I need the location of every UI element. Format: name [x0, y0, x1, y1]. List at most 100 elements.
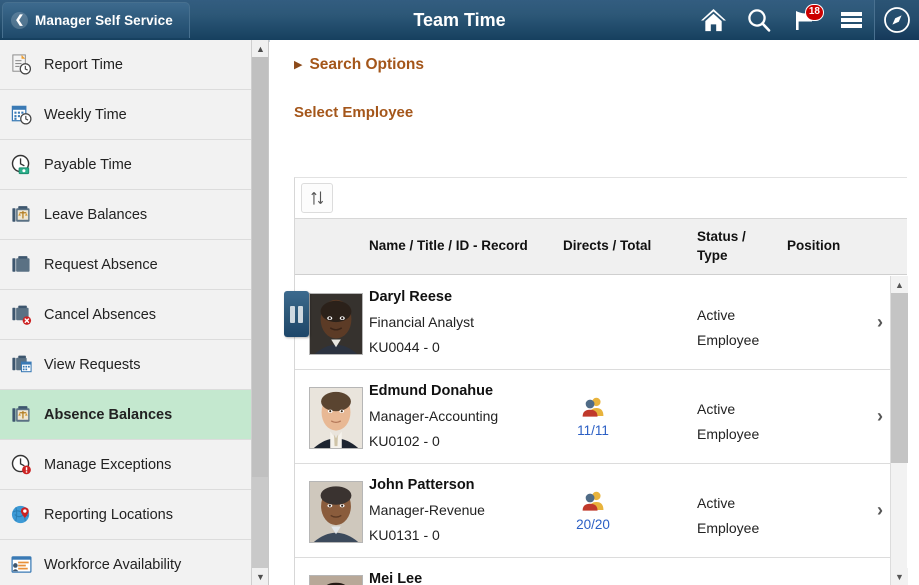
- employee-name: Mei Lee: [369, 566, 559, 585]
- grid-header-row: Name / Title / ID - Record Directs / Tot…: [295, 219, 907, 275]
- sidebar-item-label: Request Absence: [44, 257, 158, 273]
- employee-type: Employee: [697, 328, 787, 353]
- column-header-name[interactable]: Name / Title / ID - Record: [369, 237, 529, 255]
- sidebar-item-manage-exceptions[interactable]: Manage Exceptions: [0, 440, 268, 490]
- sidebar-item-cancel-absences[interactable]: Cancel Absences: [0, 290, 268, 340]
- column-header-status[interactable]: Status / Type: [697, 228, 767, 264]
- sidebar-item-workforce-availability[interactable]: Workforce Availability: [0, 540, 268, 585]
- sidebar-item-label: Report Time: [44, 57, 123, 73]
- select-employee-heading: Select Employee: [294, 104, 919, 121]
- grid-scroll-down-icon[interactable]: ▼: [891, 568, 908, 585]
- sidebar-item-absence-balances[interactable]: Absence Balances: [0, 390, 268, 440]
- app-header: ❮ Manager Self Service Team Time: [0, 0, 919, 40]
- grid-scroll-up-icon[interactable]: ▲: [891, 276, 908, 293]
- sidebar-item-label: Reporting Locations: [44, 507, 173, 523]
- sidebar-item-weekly-time[interactable]: Weekly Time: [0, 90, 268, 140]
- sidebar-item-label: Workforce Availability: [44, 557, 181, 573]
- employee-title: Financial Analyst: [369, 310, 559, 335]
- avatar: [309, 387, 363, 449]
- grid-scroll-thumb[interactable]: [891, 293, 908, 463]
- sidebar-item-label: View Requests: [44, 357, 140, 373]
- sidebar-item-payable-time[interactable]: Payable Time: [0, 140, 268, 190]
- hamburger-line-2: [841, 18, 862, 22]
- table-row[interactable]: Daryl Reese Financial Analyst KU0044 - 0…: [295, 276, 907, 370]
- chevron-right-icon[interactable]: ›: [877, 312, 883, 333]
- directs-total-cell[interactable]: 20/20: [563, 490, 683, 532]
- view-requests-briefcase-icon: [9, 353, 33, 377]
- navbar-compass-icon[interactable]: [874, 0, 919, 40]
- grid-body: Daryl Reese Financial Analyst KU0044 - 0…: [295, 276, 907, 585]
- sidebar-scroll-up-icon[interactable]: ▲: [252, 40, 269, 57]
- hamburger-line-3: [841, 24, 862, 28]
- avatar: [309, 293, 363, 355]
- sidebar-scrollbar[interactable]: ▲ ▼: [251, 40, 268, 585]
- directs-total-count[interactable]: 20/20: [563, 517, 623, 532]
- avatar: [309, 481, 363, 543]
- sidebar-item-label: Leave Balances: [44, 207, 147, 223]
- chevron-right-icon[interactable]: ›: [877, 500, 883, 521]
- leave-balances-briefcase-icon: [9, 203, 33, 227]
- handle-bar-left: [290, 306, 295, 323]
- grid-toolbar: [295, 178, 907, 219]
- sidebar-scroll-down-icon[interactable]: ▼: [252, 568, 269, 585]
- report-time-icon: [9, 53, 33, 77]
- grid-scrollbar[interactable]: ▲ ▼: [890, 276, 907, 585]
- notifications-flag-icon[interactable]: 18: [782, 0, 828, 40]
- employee-title: Manager-Accounting: [369, 404, 559, 429]
- hamburger-line-1: [841, 12, 862, 16]
- sidebar-item-report-time[interactable]: Report Time: [0, 40, 268, 90]
- table-row[interactable]: Edmund Donahue Manager-Accounting KU0102…: [295, 370, 907, 464]
- employee-id: KU0044 - 0: [369, 335, 559, 360]
- search-options-label: Search Options: [309, 56, 424, 74]
- employee-name: Daryl Reese: [369, 284, 559, 310]
- sidebar-item-view-requests[interactable]: View Requests: [0, 340, 268, 390]
- directs-total-cell[interactable]: 11/11: [563, 396, 683, 438]
- workforce-availability-icon: [9, 553, 33, 577]
- search-icon[interactable]: [736, 0, 782, 40]
- employee-name: John Patterson: [369, 472, 559, 498]
- request-absence-briefcase-icon: [9, 253, 33, 277]
- sort-arrows-icon[interactable]: [301, 183, 333, 213]
- search-options-toggle[interactable]: ▶ Search Options: [294, 56, 919, 74]
- employee-title: Manager-Revenue: [369, 498, 559, 523]
- employee-status: Active: [697, 397, 787, 422]
- sidebar-item-label: Manage Exceptions: [44, 457, 171, 473]
- collapse-sidebar-handle[interactable]: [284, 291, 309, 337]
- handle-bar-right: [298, 306, 303, 323]
- directs-people-icon: [581, 490, 606, 511]
- employee-name-cell: Edmund Donahue Manager-Accounting KU0102…: [369, 378, 559, 454]
- reporting-locations-globe-icon: [9, 503, 33, 527]
- column-header-position[interactable]: Position: [787, 237, 877, 255]
- employee-name: Edmund Donahue: [369, 378, 559, 404]
- sidebar-item-reporting-locations[interactable]: Reporting Locations: [0, 490, 268, 540]
- actions-menu-icon[interactable]: [828, 0, 874, 40]
- chevron-left-icon: ❮: [11, 12, 28, 29]
- employee-type: Employee: [697, 422, 787, 447]
- back-tab-label: Manager Self Service: [35, 13, 173, 28]
- caret-right-icon: ▶: [294, 60, 302, 71]
- sidebar-item-label: Cancel Absences: [44, 307, 156, 323]
- employee-id: KU0131 - 0: [369, 523, 559, 548]
- status-type-cell: Active Employee: [697, 303, 787, 353]
- column-header-directs[interactable]: Directs / Total: [563, 237, 683, 255]
- back-to-manager-self-service-tab[interactable]: ❮ Manager Self Service: [2, 2, 190, 38]
- sidebar-item-request-absence[interactable]: Request Absence: [0, 240, 268, 290]
- absence-balances-briefcase-icon: [9, 403, 33, 427]
- directs-total-count[interactable]: 11/11: [563, 423, 623, 438]
- payable-time-clock-icon: [9, 153, 33, 177]
- sidebar-item-label: Payable Time: [44, 157, 132, 173]
- weekly-time-calendar-icon: [9, 103, 33, 127]
- chevron-right-icon[interactable]: ›: [877, 406, 883, 427]
- employee-name-cell: Daryl Reese Financial Analyst KU0044 - 0: [369, 284, 559, 360]
- sidebar-item-leave-balances[interactable]: Leave Balances: [0, 190, 268, 240]
- home-icon[interactable]: [690, 0, 736, 40]
- table-row[interactable]: John Patterson Manager-Revenue KU0131 - …: [295, 464, 907, 558]
- employee-type: Employee: [697, 516, 787, 541]
- manage-exceptions-clock-icon: [9, 453, 33, 477]
- sidebar-scroll-thumb[interactable]: [252, 57, 269, 477]
- sidebar-item-label: Absence Balances: [44, 407, 172, 423]
- header-icon-group: 18: [690, 0, 919, 40]
- table-row[interactable]: Mei Lee Accountant 11/11: [295, 558, 907, 585]
- cancel-absences-briefcase-icon: [9, 303, 33, 327]
- main-content: ▶ Search Options Select Employee Name / …: [270, 40, 919, 585]
